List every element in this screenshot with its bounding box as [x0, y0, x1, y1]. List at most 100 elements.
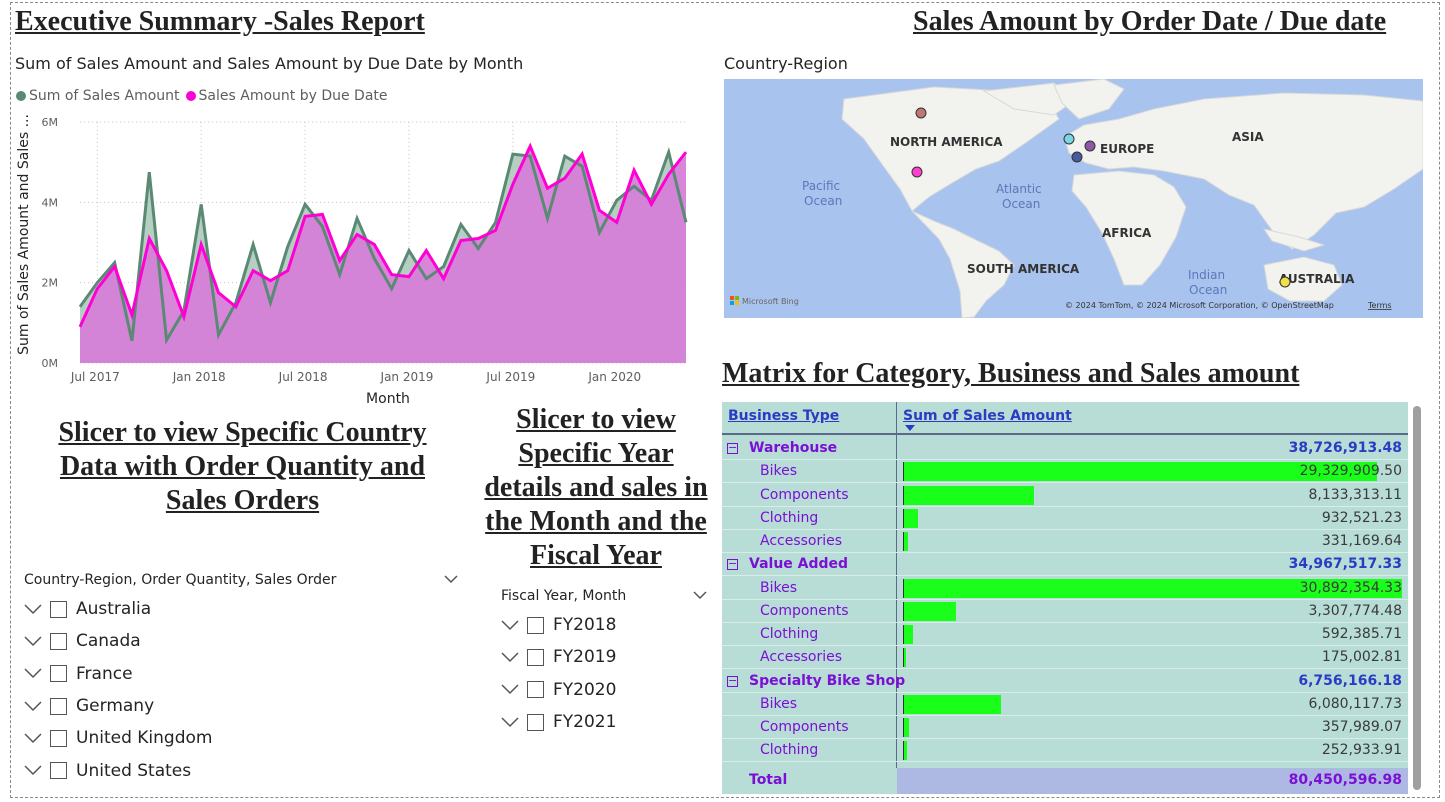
- country-slicer-item-label: Germany: [76, 696, 155, 717]
- chevron-down-icon[interactable]: [501, 616, 519, 634]
- country-slicer-item[interactable]: United States: [24, 754, 212, 786]
- map-point-germany[interactable]: [1084, 140, 1096, 152]
- checkbox[interactable]: [527, 713, 544, 731]
- map-point-canada[interactable]: [915, 107, 927, 119]
- chart-title: Sum of Sales Amount and Sales Amount by …: [15, 54, 524, 73]
- chevron-down-icon[interactable]: [693, 588, 707, 604]
- matrix-row[interactable]: Bikes 30,892,354.33: [722, 577, 1408, 600]
- matrix-row[interactable]: Accessories 331,169.64: [722, 530, 1408, 554]
- legend-dot-due: [185, 91, 196, 101]
- chevron-down-icon[interactable]: [444, 572, 458, 588]
- matrix-header: Business Type Sum of Sales Amount: [722, 402, 1408, 435]
- matrix-row[interactable]: Accessories 175,002.81: [722, 646, 1408, 670]
- country-slicer-item[interactable]: Germany: [24, 690, 212, 722]
- map-point-france[interactable]: [1071, 151, 1083, 163]
- year-slicer-item[interactable]: FY2018: [501, 609, 616, 641]
- matrix-row-value: 3,307,774.48: [1308, 602, 1402, 619]
- matrix-row-value: 175,002.81: [1321, 649, 1402, 666]
- matrix-row-value: 6,080,117.73: [1308, 695, 1402, 712]
- checkbox[interactable]: [50, 762, 67, 780]
- checkbox[interactable]: [50, 729, 67, 747]
- legend-label-sales: Sum of Sales Amount: [29, 88, 180, 104]
- matrix-row[interactable]: Components 8,133,313.11: [722, 484, 1408, 507]
- chevron-down-icon[interactable]: [24, 729, 42, 747]
- chevron-down-icon[interactable]: [24, 632, 42, 650]
- checkbox[interactable]: [50, 697, 67, 715]
- year-slicer-item[interactable]: FY2020: [501, 674, 616, 706]
- x-tick-label: Jan 2018: [172, 370, 226, 384]
- sales-matrix[interactable]: Business Type Sum of Sales Amount − Wareh…: [722, 402, 1408, 794]
- chevron-down-icon[interactable]: [24, 697, 42, 715]
- country-slicer-header[interactable]: Country-Region, Order Quantity, Sales Or…: [24, 572, 458, 588]
- country-slicer-item[interactable]: United Kingdom: [24, 722, 212, 754]
- map-label-pacific-ocean: Ocean: [804, 194, 842, 208]
- matrix-col-sales-amount[interactable]: Sum of Sales Amount: [903, 408, 1072, 424]
- map-label-indian: Indian: [1188, 268, 1225, 282]
- matrix-row[interactable]: Bikes 29,329,909.50: [722, 460, 1408, 484]
- matrix-group-row[interactable]: − Warehouse 38,726,913.48: [722, 437, 1408, 461]
- checkbox[interactable]: [527, 681, 544, 699]
- matrix-row[interactable]: Bikes 6,080,117.73: [722, 693, 1408, 716]
- matrix-row[interactable]: Clothing 932,521.23: [722, 507, 1408, 530]
- collapse-icon[interactable]: −: [727, 558, 738, 571]
- matrix-row-value: 932,521.23: [1321, 509, 1402, 526]
- x-tick-label: Jul 2017: [70, 370, 120, 384]
- collapse-icon[interactable]: −: [727, 442, 738, 454]
- checkbox[interactable]: [527, 616, 544, 634]
- checkbox[interactable]: [50, 632, 67, 650]
- year-slicer-item[interactable]: FY2019: [501, 641, 616, 673]
- checkbox[interactable]: [527, 648, 544, 666]
- country-slicer-item[interactable]: France: [24, 658, 212, 690]
- checkbox[interactable]: [50, 665, 67, 683]
- matrix-row[interactable]: Components 3,307,774.48: [722, 600, 1408, 623]
- chevron-down-icon[interactable]: [24, 665, 42, 683]
- map-point-united-kingdom[interactable]: [1063, 133, 1075, 145]
- map-label-asia: ASIA: [1232, 130, 1264, 144]
- country-slicer-item-label: France: [76, 663, 133, 684]
- legend-item-due[interactable]: Sales Amount by Due Date: [185, 88, 388, 104]
- country-slicer-header-label: Country-Region, Order Quantity, Sales Or…: [24, 572, 337, 588]
- matrix-group-row[interactable]: − Specialty Bike Shop 6,756,166.18: [722, 670, 1408, 693]
- chevron-down-icon[interactable]: [24, 600, 42, 618]
- year-slicer-item[interactable]: FY2021: [501, 706, 616, 738]
- matrix-scrollbar[interactable]: [1412, 402, 1422, 794]
- matrix-row[interactable]: Clothing 592,385.71: [722, 623, 1408, 647]
- checkbox[interactable]: [50, 600, 67, 618]
- sort-desc-icon[interactable]: [905, 425, 915, 431]
- chevron-down-icon[interactable]: [24, 762, 42, 780]
- matrix-scrollbar-thumb[interactable]: [1413, 406, 1421, 790]
- sales-area-chart[interactable]: 0M 2M 4M 6M Jul 2017 Jan 2018 Jul 2018 Jan 2019…: [10, 108, 710, 408]
- country-slicer-list: Australia Canada France Germany United Kingd…: [24, 593, 212, 787]
- matrix-row-label: Bikes: [760, 579, 798, 596]
- matrix-group-total: 38,726,913.48: [1288, 440, 1402, 456]
- legend-item-sales[interactable]: Sum of Sales Amount: [16, 88, 180, 104]
- matrix-col-business-type[interactable]: Business Type: [728, 408, 839, 424]
- year-slicer-header[interactable]: Fiscal Year, Month: [501, 588, 707, 604]
- matrix-group-label: Specialty Bike Shop: [749, 672, 906, 689]
- country-slicer-item[interactable]: Canada: [24, 625, 212, 657]
- map-point-australia[interactable]: [1279, 276, 1291, 288]
- matrix-row[interactable]: Clothing 252,933.91: [722, 739, 1408, 763]
- matrix-row-value: 357,989.07: [1321, 719, 1402, 735]
- legend-label-due: Sales Amount by Due Date: [198, 88, 388, 104]
- country-map[interactable]: NORTH AMERICA SOUTH AMERICA EUROPE ASIA …: [724, 79, 1423, 318]
- collapse-icon[interactable]: −: [727, 675, 738, 687]
- x-tick-label: Jan 2020: [587, 370, 641, 384]
- map-point-united-states[interactable]: [911, 166, 923, 178]
- chevron-down-icon[interactable]: [501, 648, 519, 666]
- matrix-group-row[interactable]: − Value Added 34,967,517.33: [722, 553, 1408, 577]
- chevron-down-icon[interactable]: [501, 681, 519, 699]
- country-slicer-heading: Slicer to view Specific Country Data wit…: [58, 417, 427, 516]
- map-attribution: © 2024 TomTom, © 2024 Microsoft Corporat…: [1065, 301, 1334, 310]
- year-slicer-item-label: FY2018: [553, 615, 617, 636]
- map-terms-link[interactable]: Terms: [1367, 301, 1392, 310]
- map-label-europe: EUROPE: [1100, 142, 1154, 156]
- matrix-row[interactable]: Components 357,989.07: [722, 716, 1408, 740]
- country-slicer-item-label: Canada: [76, 631, 141, 652]
- chevron-down-icon[interactable]: [501, 713, 519, 731]
- country-slicer-item-label: United States: [76, 760, 192, 781]
- country-slicer-item[interactable]: Australia: [24, 593, 212, 625]
- x-axis-label: Month: [366, 391, 410, 407]
- map-label-australia: AUSTRALIA: [1279, 272, 1355, 286]
- map-canvas: NORTH AMERICA SOUTH AMERICA EUROPE ASIA …: [730, 79, 1423, 318]
